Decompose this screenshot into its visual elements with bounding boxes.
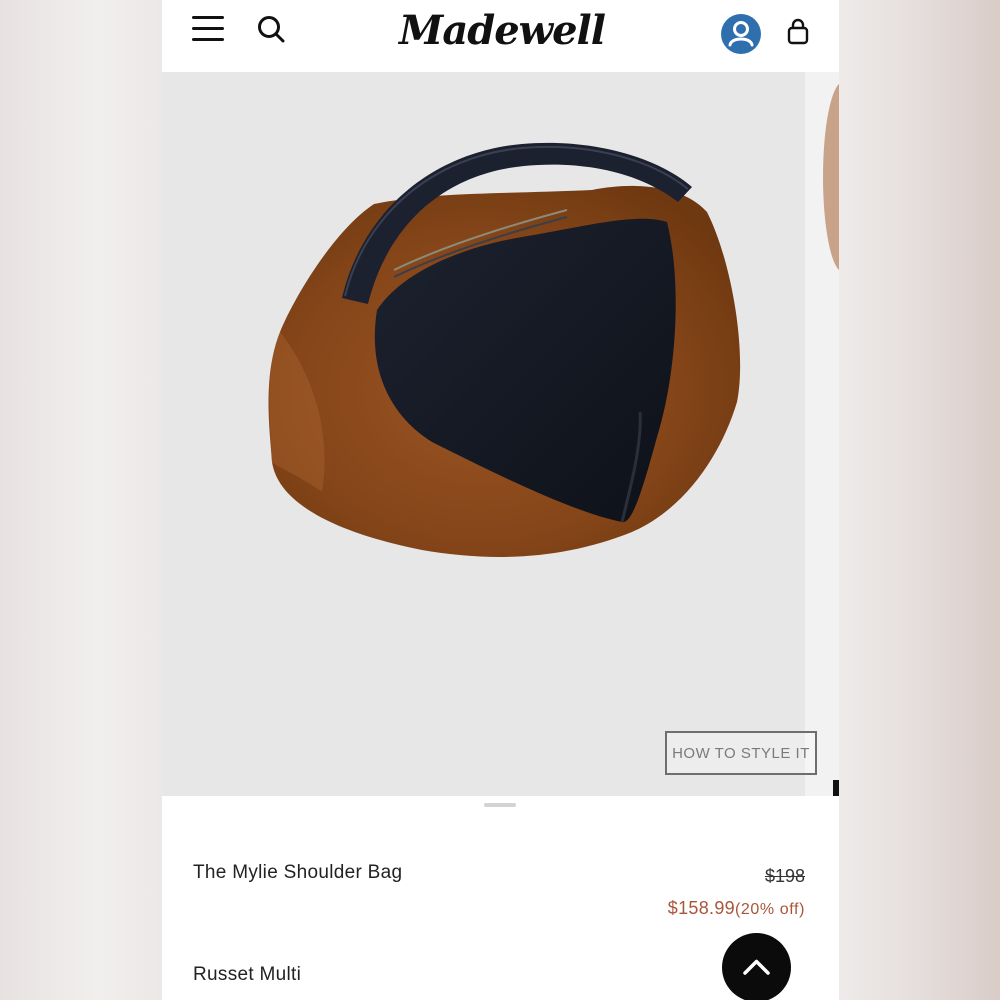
shopping-bag-icon[interactable] xyxy=(786,18,810,48)
scroll-to-top-button[interactable] xyxy=(722,933,791,1000)
drag-handle[interactable] xyxy=(484,803,516,807)
sale-price: $158.99 xyxy=(667,898,735,918)
hamburger-menu-icon[interactable] xyxy=(192,14,226,44)
product-color: Russet Multi xyxy=(193,964,302,985)
product-photo xyxy=(268,142,741,557)
product-image-carousel[interactable]: HOW TO STYLE IT xyxy=(162,72,839,796)
next-slide-peek[interactable] xyxy=(805,72,839,796)
backdrop-right xyxy=(839,0,1000,1000)
backdrop-left xyxy=(0,0,162,1000)
search-icon[interactable] xyxy=(256,14,288,46)
how-to-style-it-button[interactable]: HOW TO STYLE IT xyxy=(665,731,817,775)
chevron-up-icon xyxy=(743,959,770,975)
top-navigation-bar: Madewell xyxy=(162,0,839,72)
product-name: The Mylie Shoulder Bag xyxy=(193,862,403,883)
user-account-icon[interactable] xyxy=(721,14,761,54)
brand-logo[interactable]: Madewell xyxy=(392,4,612,58)
original-price: $198 xyxy=(764,866,805,886)
sale-price-row: $158.99(20% off) xyxy=(668,898,805,919)
phone-screen: Madewell HOW TO STYLE IT The Mylie Shoul… xyxy=(162,0,839,1000)
discount-label: (20% off) xyxy=(734,901,805,918)
